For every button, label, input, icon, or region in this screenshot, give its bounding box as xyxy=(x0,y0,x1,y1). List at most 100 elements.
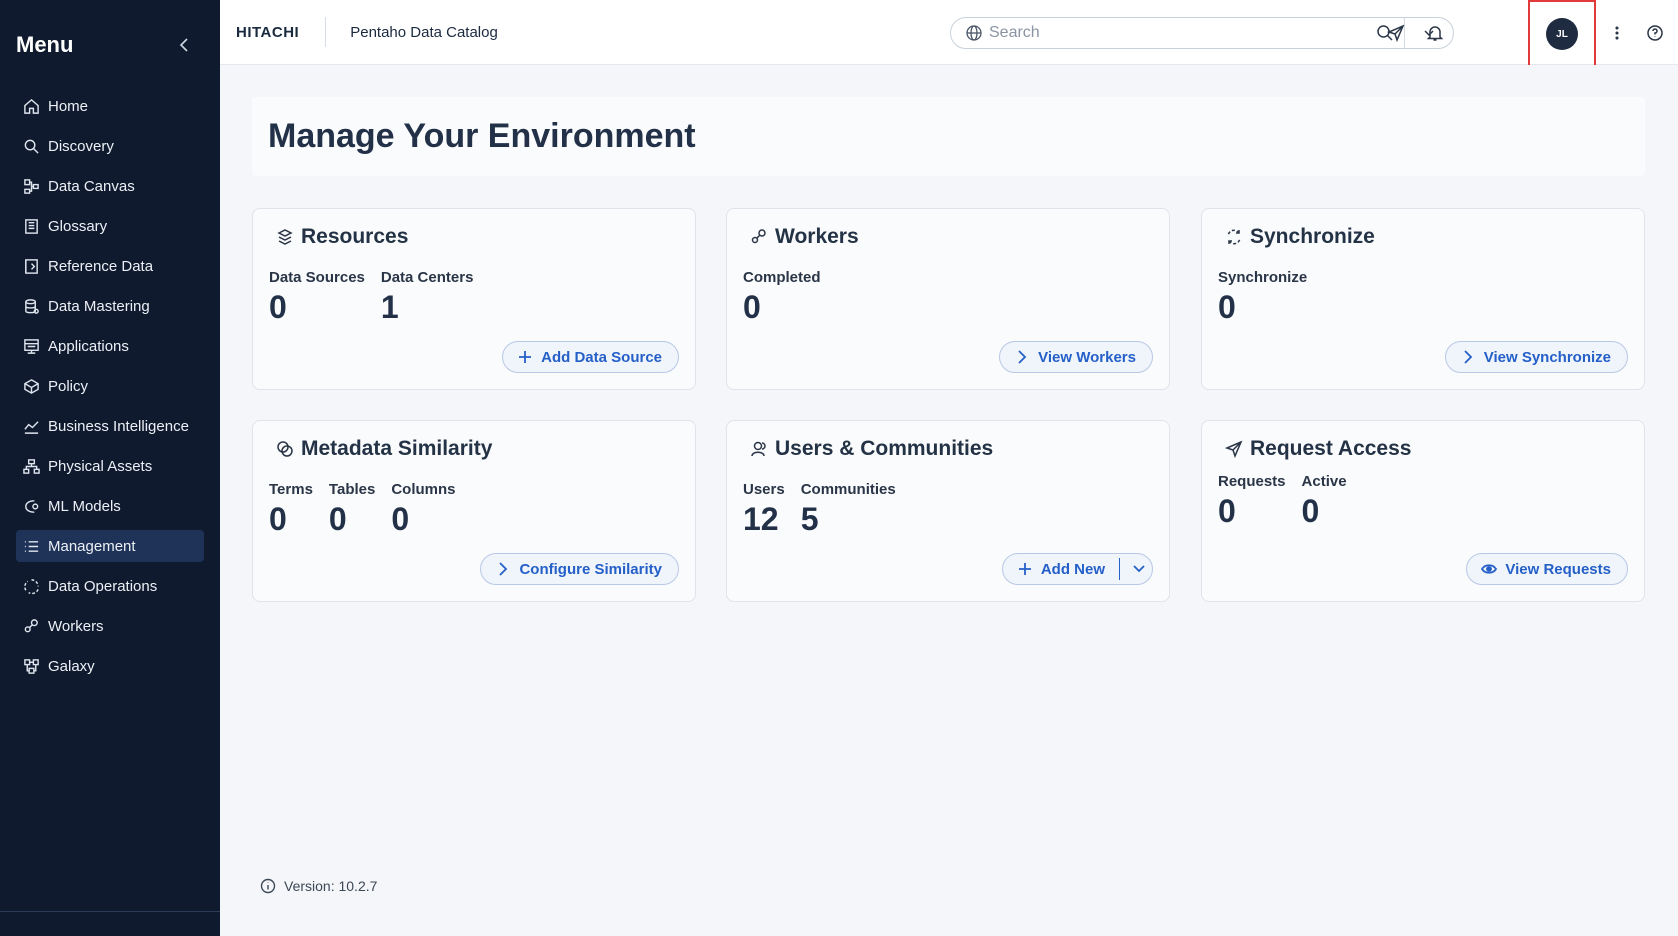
app-name: Pentaho Data Catalog xyxy=(350,23,498,41)
stats: Data Sources 0 Data Centers 1 xyxy=(269,269,489,325)
view-synchronize-button[interactable]: View Synchronize xyxy=(1444,341,1628,373)
view-workers-button[interactable]: View Workers xyxy=(999,341,1153,373)
stat-data-sources: Data Sources 0 xyxy=(269,269,365,325)
sidebar-item-label: Policy xyxy=(48,377,89,395)
sidebar-item-label: Galaxy xyxy=(48,657,95,675)
avatar-highlight: JL xyxy=(1528,0,1596,68)
card-title: Metadata Similarity xyxy=(301,437,493,460)
sidebar-item-business-intelligence[interactable]: Business Intelligence xyxy=(16,410,204,442)
add-new-dropdown-button[interactable] xyxy=(1126,554,1152,584)
canvas-icon xyxy=(22,177,40,195)
stat-label: Tables xyxy=(328,481,376,498)
resources-card: Resources Data Sources 0 Data Centers 1 … xyxy=(252,208,696,390)
send-icon xyxy=(1387,24,1405,42)
sidebar-item-data-canvas[interactable]: Data Canvas xyxy=(16,170,204,202)
stat-label: Active xyxy=(1301,473,1347,490)
sidebar-item-data-mastering[interactable]: Data Mastering xyxy=(16,290,204,322)
workers-card: Workers Completed 0 View Workers xyxy=(726,208,1170,390)
stat-value: 0 xyxy=(391,501,410,537)
card-title: Synchronize xyxy=(1250,225,1375,248)
button-label: Add Data Source xyxy=(541,348,662,366)
request-access-card: Request Access Requests 0 Active 0 View … xyxy=(1201,420,1645,602)
stat-value: 0 xyxy=(743,289,761,325)
button-label: View Requests xyxy=(1505,560,1611,578)
sidebar-item-label: Data Mastering xyxy=(48,297,150,315)
view-requests-button[interactable]: View Requests xyxy=(1466,553,1628,585)
send-button[interactable] xyxy=(1383,20,1409,46)
send-icon xyxy=(1224,439,1244,459)
stat-data-centers: Data Centers 1 xyxy=(381,269,474,325)
stat-value: 0 xyxy=(328,501,347,537)
stats: Requests 0 Active 0 xyxy=(1218,473,1363,529)
stat-value: 0 xyxy=(1218,493,1236,529)
sidebar-item-galaxy[interactable]: Galaxy xyxy=(16,650,204,682)
sidebar-item-physical-assets[interactable]: Physical Assets xyxy=(16,450,204,482)
plus-icon xyxy=(519,351,532,363)
notifications-button[interactable] xyxy=(1422,20,1448,46)
card-header: Resources xyxy=(275,225,408,249)
stat-columns: Columns 0 xyxy=(391,481,455,537)
main-content: Manage Your Environment Resources Data S… xyxy=(220,65,1678,936)
page-title: Manage Your Environment xyxy=(268,117,696,155)
sidebar-item-ml-models[interactable]: ML Models xyxy=(16,490,204,522)
card-title: Request Access xyxy=(1250,437,1412,460)
stat-value: 0 xyxy=(269,289,287,325)
more-vertical-icon xyxy=(1615,26,1619,40)
stat-synchronize: Synchronize 0 xyxy=(1218,269,1307,325)
version-text: Version: 10.2.7 xyxy=(284,878,378,894)
brand-logo[interactable]: HITACHI xyxy=(236,24,299,41)
avatar[interactable]: JL xyxy=(1546,18,1578,50)
split-divider xyxy=(1119,558,1120,580)
global-search xyxy=(950,17,1454,49)
sidebar-item-reference-data[interactable]: Reference Data xyxy=(16,250,204,282)
sidebar-item-home[interactable]: Home xyxy=(16,90,204,122)
sidebar-item-applications[interactable]: Applications xyxy=(16,330,204,362)
plus-icon xyxy=(1018,563,1031,575)
card-header: Users & Communities xyxy=(749,437,993,461)
configure-similarity-button[interactable]: Configure Similarity xyxy=(480,553,679,585)
collapse-menu-button[interactable] xyxy=(172,32,198,58)
search-input[interactable] xyxy=(989,24,1365,42)
sidebar-item-label: Home xyxy=(48,97,89,115)
sidebar-item-data-operations[interactable]: Data Operations xyxy=(16,570,204,602)
sidebar-item-management[interactable]: Management xyxy=(16,530,204,562)
sync-icon xyxy=(1224,227,1244,247)
sidebar-item-policy[interactable]: Policy xyxy=(16,370,204,402)
workers-icon xyxy=(749,227,769,247)
chevron-right-icon xyxy=(499,562,508,576)
stat-value: 0 xyxy=(269,501,287,537)
stat-label: Requests xyxy=(1218,473,1286,490)
stat-users: Users 12 xyxy=(743,481,785,537)
stat-label: Synchronize xyxy=(1218,269,1308,286)
help-icon xyxy=(1647,25,1663,41)
brand-divider xyxy=(325,17,327,47)
stat-requests: Requests 0 xyxy=(1218,473,1286,529)
chevron-right-icon xyxy=(1018,350,1027,364)
search-icon xyxy=(22,137,40,155)
add-data-source-button[interactable]: Add Data Source xyxy=(502,341,679,373)
sidebar-item-label: Applications xyxy=(48,337,129,355)
stats: Terms 0 Tables 0 Columns 0 xyxy=(269,481,472,537)
more-options-button[interactable] xyxy=(1604,20,1630,46)
chevron-down-icon xyxy=(1133,565,1145,573)
eye-icon xyxy=(1481,564,1498,574)
stats: Completed 0 xyxy=(743,269,837,325)
sidebar-item-discovery[interactable]: Discovery xyxy=(16,130,204,162)
sidebar-item-label: Data Operations xyxy=(48,577,158,595)
stats: Synchronize 0 xyxy=(1218,269,1323,325)
stat-label: Data Centers xyxy=(380,269,474,286)
button-label: Configure Similarity xyxy=(519,560,662,578)
reference-icon xyxy=(22,257,40,275)
bell-icon xyxy=(1426,26,1444,41)
sidebar-item-label: Workers xyxy=(48,617,104,635)
sidebar-item-glossary[interactable]: Glossary xyxy=(16,210,204,242)
home-icon xyxy=(22,97,40,115)
add-new-button[interactable]: Add New xyxy=(1041,561,1105,578)
help-button[interactable] xyxy=(1642,20,1668,46)
policy-icon xyxy=(22,377,40,395)
card-title: Users & Communities xyxy=(775,437,994,460)
workers-icon xyxy=(22,617,40,635)
sidebar-item-workers[interactable]: Workers xyxy=(16,610,204,642)
card-header: Synchronize xyxy=(1224,225,1375,249)
stat-value: 0 xyxy=(1301,493,1320,529)
